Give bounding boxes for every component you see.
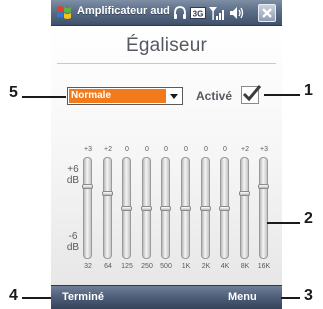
band-slider-thumb[interactable] bbox=[82, 184, 93, 189]
band-slider[interactable] bbox=[141, 157, 152, 259]
band-slider-thumb[interactable] bbox=[200, 206, 211, 211]
band-frequency-label: 250 bbox=[141, 263, 153, 270]
band-slider-thumb[interactable] bbox=[121, 206, 132, 211]
band-gain-label: +3 bbox=[84, 146, 92, 153]
headphone-icon bbox=[172, 5, 188, 21]
band-slider[interactable] bbox=[121, 157, 132, 259]
close-button[interactable] bbox=[258, 4, 276, 22]
3g-label: 3G bbox=[193, 10, 204, 19]
band-slider[interactable] bbox=[239, 157, 250, 259]
band-gain-label: 0 bbox=[184, 146, 188, 153]
close-icon bbox=[262, 8, 272, 18]
band-slider-thumb[interactable] bbox=[239, 191, 250, 196]
band-frequency-label: 8K bbox=[240, 263, 250, 270]
band-frequency-label: 125 bbox=[121, 263, 133, 270]
band-gain-label: +3 bbox=[260, 146, 268, 153]
band-gain-label: 0 bbox=[204, 146, 208, 153]
band-slider-thumb[interactable] bbox=[141, 206, 152, 211]
db-min-text: -6 dB bbox=[66, 231, 80, 253]
band-frequency-label: 32 bbox=[84, 263, 92, 270]
3g-icon: 3G bbox=[190, 5, 206, 21]
band-gain-label: +2 bbox=[241, 146, 249, 153]
band-slider[interactable] bbox=[219, 157, 230, 259]
db-max-text: +6 dB bbox=[66, 164, 80, 186]
band-gain-label: 0 bbox=[125, 146, 129, 153]
band-slider-thumb[interactable] bbox=[102, 191, 113, 196]
callout-3: 3 bbox=[304, 287, 313, 304]
band-slider[interactable] bbox=[200, 157, 211, 259]
band-slider-thumb[interactable] bbox=[180, 206, 191, 211]
band-slider[interactable] bbox=[180, 157, 191, 259]
band-frequency-label: 2K bbox=[201, 263, 211, 270]
callout-2: 2 bbox=[304, 210, 313, 227]
callout-5: 5 bbox=[9, 84, 18, 101]
band-slider[interactable] bbox=[102, 157, 113, 259]
band-frequency-label: 1K bbox=[181, 263, 191, 270]
band-gain-label: 0 bbox=[223, 146, 227, 153]
db-min-label: -6 dB bbox=[61, 231, 85, 253]
callout-2-line bbox=[267, 222, 300, 224]
signal-icon[interactable] bbox=[208, 5, 226, 21]
windows-start-icon[interactable] bbox=[55, 4, 73, 22]
band-slider-thumb[interactable] bbox=[160, 206, 171, 211]
band-slider[interactable] bbox=[258, 157, 269, 259]
soft-key-bar: Terminé Menu bbox=[51, 285, 282, 309]
band-slider[interactable] bbox=[82, 157, 93, 259]
db-max-label: +6 dB bbox=[61, 164, 85, 186]
app-title: Amplificateur audi bbox=[77, 5, 169, 17]
callout-4-line bbox=[22, 297, 51, 299]
done-softkey[interactable]: Terminé bbox=[62, 291, 104, 303]
band-gain-label: 0 bbox=[145, 146, 149, 153]
callout-1: 1 bbox=[304, 82, 313, 99]
volume-icon[interactable] bbox=[228, 5, 246, 21]
band-slider[interactable] bbox=[160, 157, 171, 259]
device-screen: Amplificateur audi 3G Égaliseur Normale … bbox=[51, 0, 282, 309]
title-bar: Amplificateur audi 3G bbox=[51, 0, 282, 26]
band-frequency-label: 16K bbox=[257, 263, 271, 270]
band-slider-thumb[interactable] bbox=[219, 206, 230, 211]
band-gain-label: +2 bbox=[104, 146, 112, 153]
band-slider-thumb[interactable] bbox=[258, 184, 269, 189]
equalizer-panel: Égaliseur Normale Activé +6 dB -6 dB +3 3… bbox=[51, 27, 282, 285]
band-frequency-label: 500 bbox=[160, 263, 172, 270]
band-frequency-label: 64 bbox=[104, 263, 112, 270]
equalizer: +6 dB -6 dB +3 32 +2 64 0 125 0 250 0 500 0 1K 0 2K 0 4… bbox=[51, 27, 282, 285]
menu-softkey[interactable]: Menu bbox=[228, 291, 257, 303]
callout-1-line bbox=[264, 94, 300, 96]
band-gain-label: 0 bbox=[164, 146, 168, 153]
callout-5-line bbox=[22, 96, 66, 98]
callout-4: 4 bbox=[9, 287, 18, 304]
band-frequency-label: 4K bbox=[220, 263, 230, 270]
callout-3-line bbox=[281, 297, 300, 299]
